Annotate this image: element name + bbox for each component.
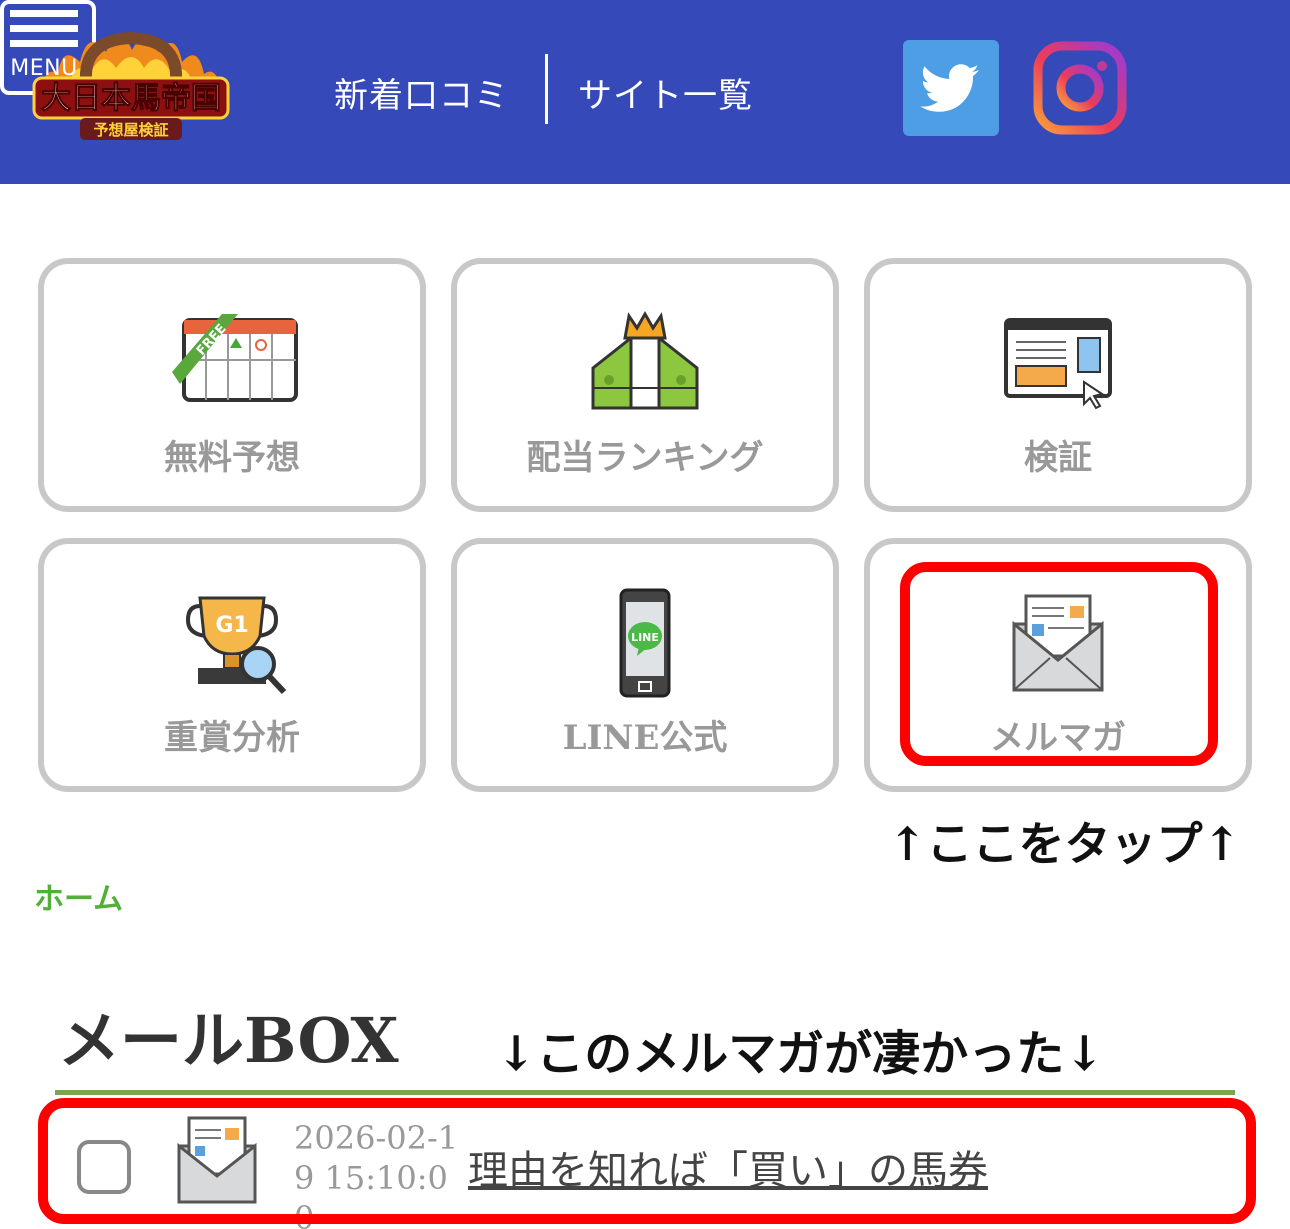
- card-label: 検証: [1024, 438, 1092, 478]
- card-payout-ranking[interactable]: 配当ランキング: [451, 258, 839, 512]
- site-header: 大日本馬帝国 予想屋検証 新着口コミ サイト一覧 MENU: [0, 0, 1290, 184]
- card-label: 配当ランキング: [526, 438, 764, 478]
- card-label: LINE公式: [562, 718, 728, 758]
- g1-trophy-magnifier-icon: G1: [185, 596, 287, 695]
- menu-label: MENU: [10, 56, 78, 81]
- svg-text:予想屋検証: 予想屋検証: [93, 121, 168, 139]
- twitter-icon: [920, 64, 979, 112]
- highlight-box-newsletter: [900, 562, 1218, 766]
- card-free-prediction[interactable]: FREE 無料予想: [38, 258, 426, 512]
- nav-site-list[interactable]: サイト一覧: [578, 68, 753, 117]
- section-divider: [55, 1090, 1235, 1095]
- nav-divider: [545, 54, 548, 124]
- card-line-official[interactable]: LINE LINE公式: [451, 538, 839, 792]
- line-phone-icon: LINE: [619, 588, 671, 698]
- svg-text:大日本馬帝国: 大日本馬帝国: [41, 81, 221, 116]
- card-label: 無料予想: [164, 438, 300, 478]
- nav-new-reviews[interactable]: 新着口コミ: [334, 68, 509, 117]
- mailbox-title: メールBOX: [58, 1004, 399, 1077]
- svg-text:G1: G1: [215, 613, 248, 638]
- menu-bar: [10, 10, 78, 17]
- card-label: 重賞分析: [164, 718, 300, 758]
- free-calendar-icon: FREE: [172, 314, 298, 402]
- twitter-button[interactable]: [903, 40, 999, 136]
- newsletter-annotation: ↓このメルマガが凄かった↓: [496, 1026, 1105, 1082]
- tap-here-annotation: ↑ここをタップ↑: [888, 817, 1242, 871]
- card-graded-race-analysis[interactable]: G1 重賞分析: [38, 538, 426, 792]
- card-verification[interactable]: 検証: [864, 258, 1252, 512]
- money-crown-icon: [591, 310, 699, 410]
- breadcrumb-home[interactable]: ホーム: [34, 874, 123, 918]
- browser-window-icon: [1004, 318, 1112, 410]
- highlight-box-mail-row: [38, 1098, 1256, 1224]
- instagram-button[interactable]: [1032, 40, 1128, 136]
- menu-bar: [10, 40, 78, 47]
- svg-text:LINE: LINE: [631, 631, 659, 644]
- menu-bar: [10, 25, 78, 32]
- instagram-icon: [1033, 41, 1127, 135]
